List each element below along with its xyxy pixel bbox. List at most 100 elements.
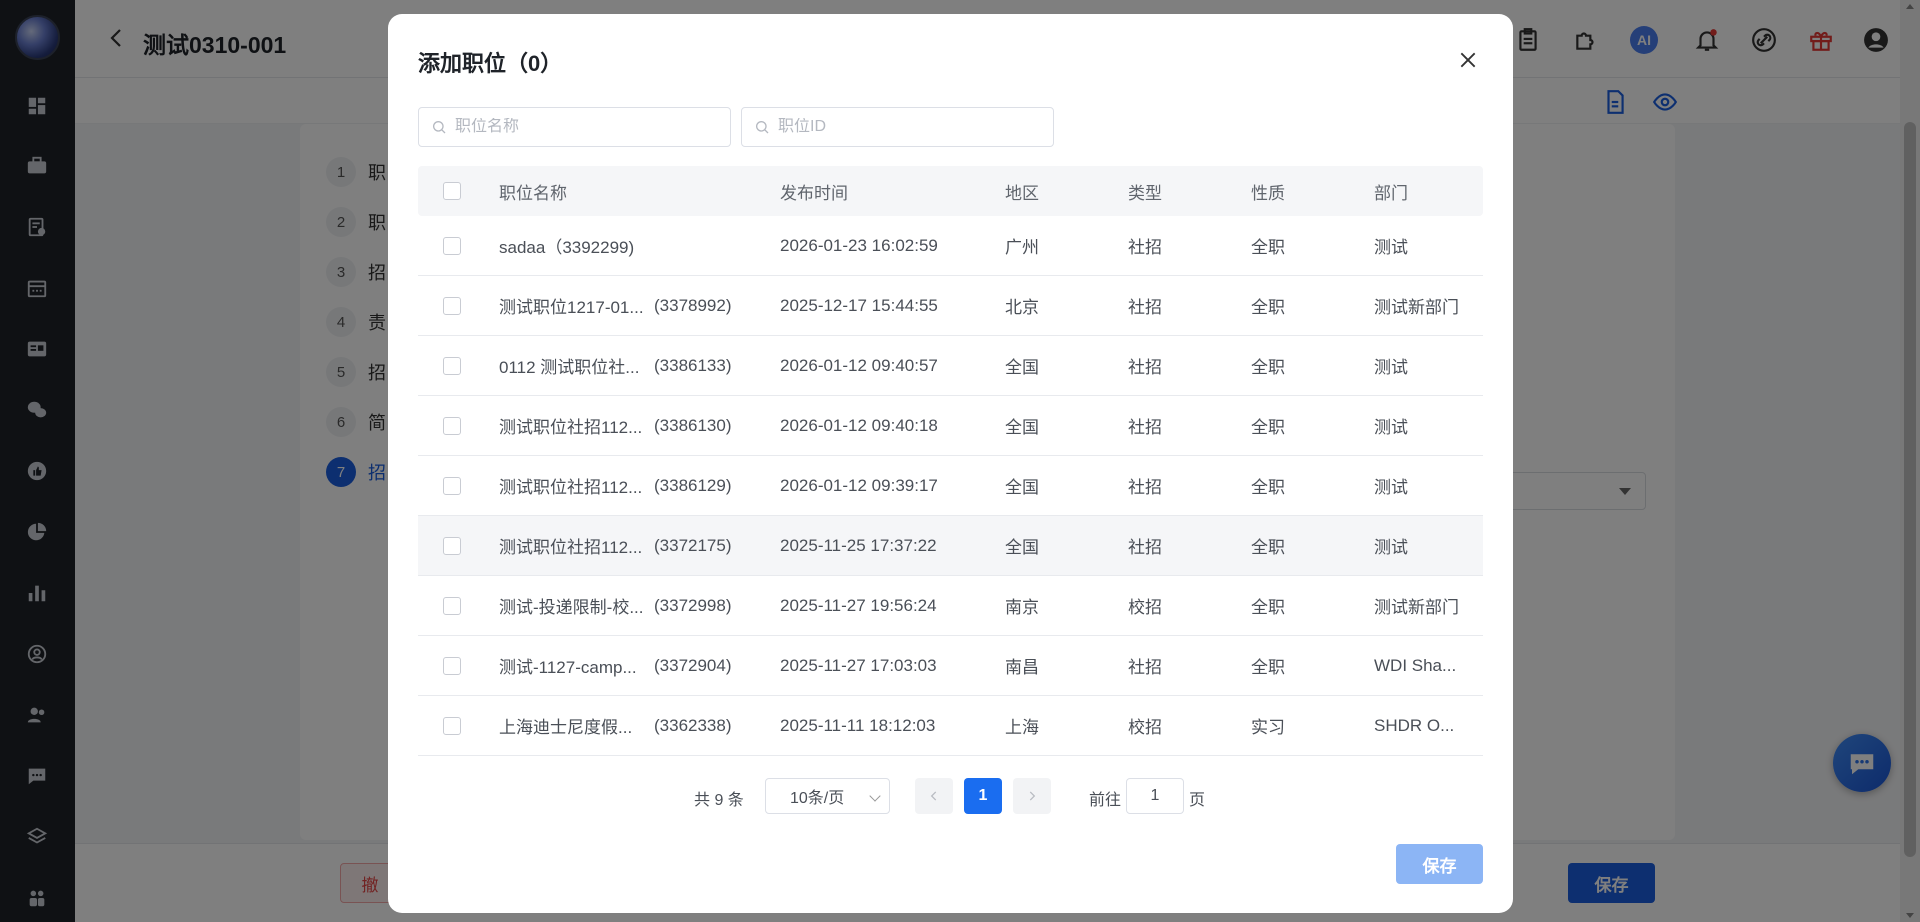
position-id: [654, 216, 744, 275]
table-row[interactable]: 测试职位社招112... (3372175) 2025-11-25 17:37:…: [418, 516, 1483, 576]
column-header-name: 职位名称: [499, 183, 567, 203]
nature: 全职: [1251, 658, 1285, 677]
position-id-input[interactable]: [778, 118, 1038, 136]
goto-label: 前往: [1089, 792, 1122, 809]
region: 南昌: [1005, 658, 1039, 677]
position-id: (3362338): [654, 715, 732, 735]
nature: 全职: [1251, 238, 1285, 257]
prev-page-button[interactable]: [915, 778, 953, 814]
row-checkbox[interactable]: [443, 356, 461, 375]
department: SHDR O...: [1374, 715, 1455, 735]
column-header-date: 发布时间: [780, 183, 848, 203]
table-row[interactable]: 上海迪士尼度假... (3362338) 2025-11-11 18:12:03…: [418, 696, 1483, 756]
nature: 全职: [1251, 478, 1285, 497]
next-page-button[interactable]: [1013, 778, 1051, 814]
position-id: (3378992): [654, 295, 732, 315]
column-header-nature: 性质: [1251, 183, 1285, 203]
position-name-input[interactable]: [455, 118, 715, 136]
chevron-left-icon: [930, 791, 937, 801]
publish-date: 2025-11-11 18:12:03: [780, 715, 936, 735]
row-checkbox[interactable]: [443, 716, 461, 735]
chevron-right-icon: [1029, 791, 1036, 801]
nature: 全职: [1251, 538, 1285, 557]
nature: 全职: [1251, 358, 1285, 377]
table-row[interactable]: 0112 测试职位社... (3386133) 2026-01-12 09:40…: [418, 336, 1483, 396]
column-header-region: 地区: [1005, 183, 1039, 203]
column-header-dept: 部门: [1374, 183, 1408, 203]
close-icon[interactable]: [1456, 48, 1480, 72]
row-checkbox[interactable]: [443, 296, 461, 315]
region: 全国: [1005, 358, 1039, 377]
publish-date: 2025-11-27 19:56:24: [780, 595, 937, 615]
department: 测试: [1374, 418, 1408, 437]
type: 社招: [1128, 538, 1162, 557]
position-name: 测试-1127-camp...: [499, 658, 637, 677]
table-row[interactable]: 测试职位社招112... (3386129) 2026-01-12 09:39:…: [418, 456, 1483, 516]
table-row[interactable]: 测试-1127-camp... (3372904) 2025-11-27 17:…: [418, 636, 1483, 696]
goto-page-input[interactable]: [1126, 778, 1184, 814]
add-position-dialog: 添加职位（0） 职位名称 发布时间 地区 类型 性质 部门 sadaa（3392…: [388, 14, 1513, 913]
row-checkbox[interactable]: [443, 656, 461, 675]
row-checkbox[interactable]: [443, 416, 461, 435]
table-header: 职位名称 发布时间 地区 类型 性质 部门: [418, 166, 1483, 216]
publish-date: 2026-01-23 16:02:59: [780, 235, 938, 255]
row-checkbox[interactable]: [443, 476, 461, 495]
position-id: (3386129): [654, 475, 732, 495]
type: 社招: [1128, 238, 1162, 257]
position-name: 测试职位1217-01...: [499, 298, 644, 317]
table-row[interactable]: sadaa（3392299) 2026-01-23 16:02:59 广州 社招…: [418, 216, 1483, 276]
position-name: 上海迪士尼度假...: [499, 718, 633, 737]
type: 校招: [1128, 598, 1162, 617]
table-row[interactable]: 测试职位社招112... (3386130) 2026-01-12 09:40:…: [418, 396, 1483, 456]
position-name: 测试职位社招112...: [499, 538, 643, 557]
department: 测试: [1374, 538, 1408, 557]
region: 南京: [1005, 598, 1039, 617]
publish-date: 2026-01-12 09:40:57: [780, 355, 938, 375]
type: 校招: [1128, 718, 1162, 737]
region: 全国: [1005, 418, 1039, 437]
department: 测试新部门: [1374, 598, 1459, 617]
page-number-button[interactable]: 1: [964, 778, 1002, 814]
department: 测试: [1374, 478, 1408, 497]
position-name: 0112 测试职位社...: [499, 358, 640, 377]
position-id-search[interactable]: [741, 107, 1054, 147]
dialog-save-button[interactable]: 保存: [1396, 844, 1483, 884]
column-header-type: 类型: [1128, 183, 1162, 203]
row-checkbox[interactable]: [443, 236, 461, 255]
position-id: (3372175): [654, 535, 732, 555]
type: 社招: [1128, 298, 1162, 317]
publish-date: 2025-12-17 15:44:55: [780, 295, 938, 315]
row-checkbox[interactable]: [443, 536, 461, 555]
type: 社招: [1128, 358, 1162, 377]
region: 广州: [1005, 238, 1039, 257]
position-id: (3386133): [654, 355, 732, 375]
page-size-select[interactable]: 10条/页: [765, 778, 890, 814]
nature: 实习: [1251, 718, 1285, 737]
publish-date: 2026-01-12 09:39:17: [780, 475, 938, 495]
select-all-checkbox[interactable]: [443, 182, 461, 200]
region: 上海: [1005, 718, 1039, 737]
position-id: (3372904): [654, 655, 732, 675]
region: 全国: [1005, 478, 1039, 497]
row-checkbox[interactable]: [443, 596, 461, 615]
nature: 全职: [1251, 418, 1285, 437]
total-count: 共 9 条: [694, 792, 744, 809]
department: 测试: [1374, 358, 1408, 377]
department: WDI Sha...: [1374, 655, 1457, 675]
nature: 全职: [1251, 598, 1285, 617]
position-id: (3372998): [654, 595, 732, 615]
region: 全国: [1005, 538, 1039, 557]
goto-suffix: 页: [1189, 792, 1206, 809]
dialog-title: 添加职位（0）: [418, 51, 563, 76]
table-row[interactable]: 测试-投递限制-校... (3372998) 2025-11-27 19:56:…: [418, 576, 1483, 636]
department: 测试新部门: [1374, 298, 1459, 317]
publish-date: 2026-01-12 09:40:18: [780, 415, 938, 435]
position-name-search[interactable]: [418, 107, 731, 147]
publish-date: 2025-11-27 17:03:03: [780, 655, 937, 675]
region: 北京: [1005, 298, 1039, 317]
type: 社招: [1128, 658, 1162, 677]
position-name: 测试职位社招112...: [499, 478, 643, 497]
position-id: (3386130): [654, 415, 732, 435]
table-row[interactable]: 测试职位1217-01... (3378992) 2025-12-17 15:4…: [418, 276, 1483, 336]
search-icon: [433, 121, 446, 134]
